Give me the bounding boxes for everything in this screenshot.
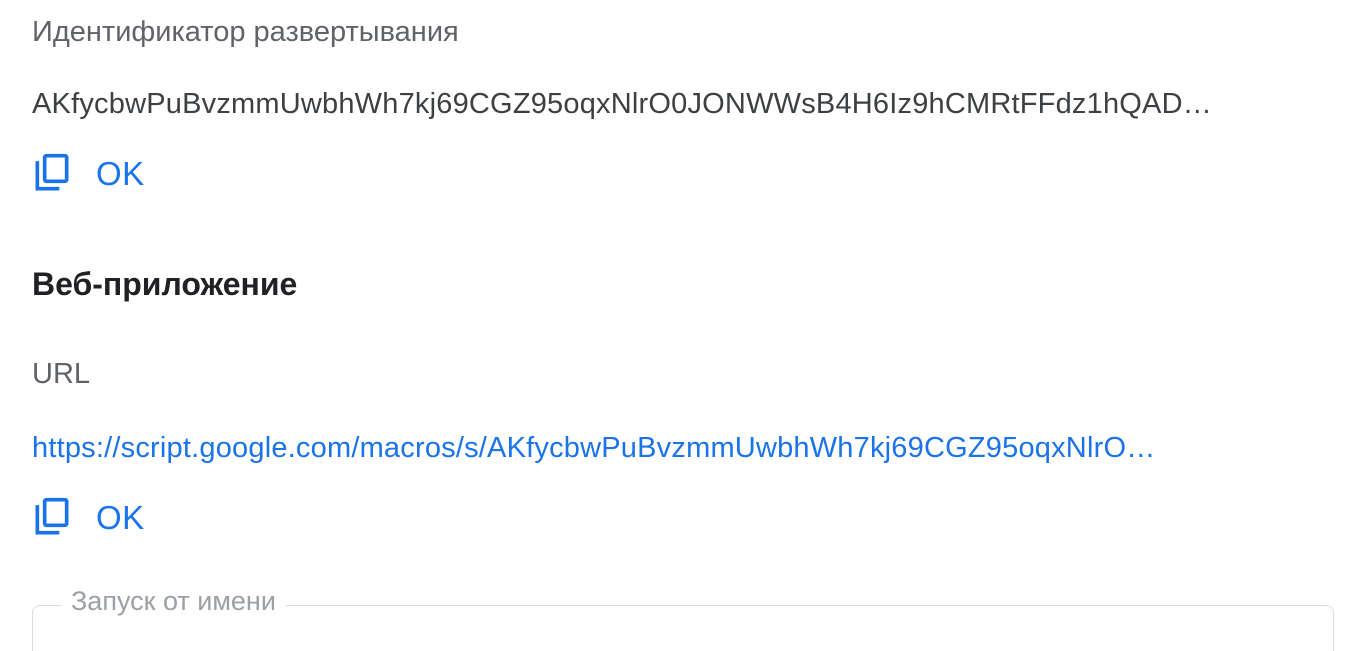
deployment-details-panel: Идентификатор развертывания AKfycbwPuBvz… bbox=[0, 0, 1370, 651]
copy-deployment-id-button[interactable]: OK bbox=[30, 150, 145, 198]
execute-as-label: Запуск от имени bbox=[61, 586, 286, 617]
execute-as-select[interactable]: Запуск от имени bbox=[32, 586, 1334, 651]
copy-icon bbox=[30, 496, 74, 540]
copy-web-app-url-button[interactable]: OK bbox=[30, 494, 145, 542]
web-app-section-title: Веб-приложение bbox=[32, 266, 298, 302]
copy-icon bbox=[30, 152, 74, 196]
web-app-url-label: URL bbox=[32, 358, 91, 390]
web-app-url-link[interactable]: https://script.google.com/macros/s/AKfyc… bbox=[32, 432, 1155, 464]
deployment-id-value: AKfycbwPuBvzmmUwbhWh7kj69CGZ95oqxNlrO0JO… bbox=[32, 88, 1212, 120]
copy-web-app-url-label: OK bbox=[96, 499, 145, 536]
copy-deployment-id-label: OK bbox=[96, 155, 145, 192]
web-app-url-value: https://script.google.com/macros/s/AKfyc… bbox=[32, 432, 1336, 465]
deployment-id-label: Идентификатор развертывания bbox=[32, 16, 459, 48]
